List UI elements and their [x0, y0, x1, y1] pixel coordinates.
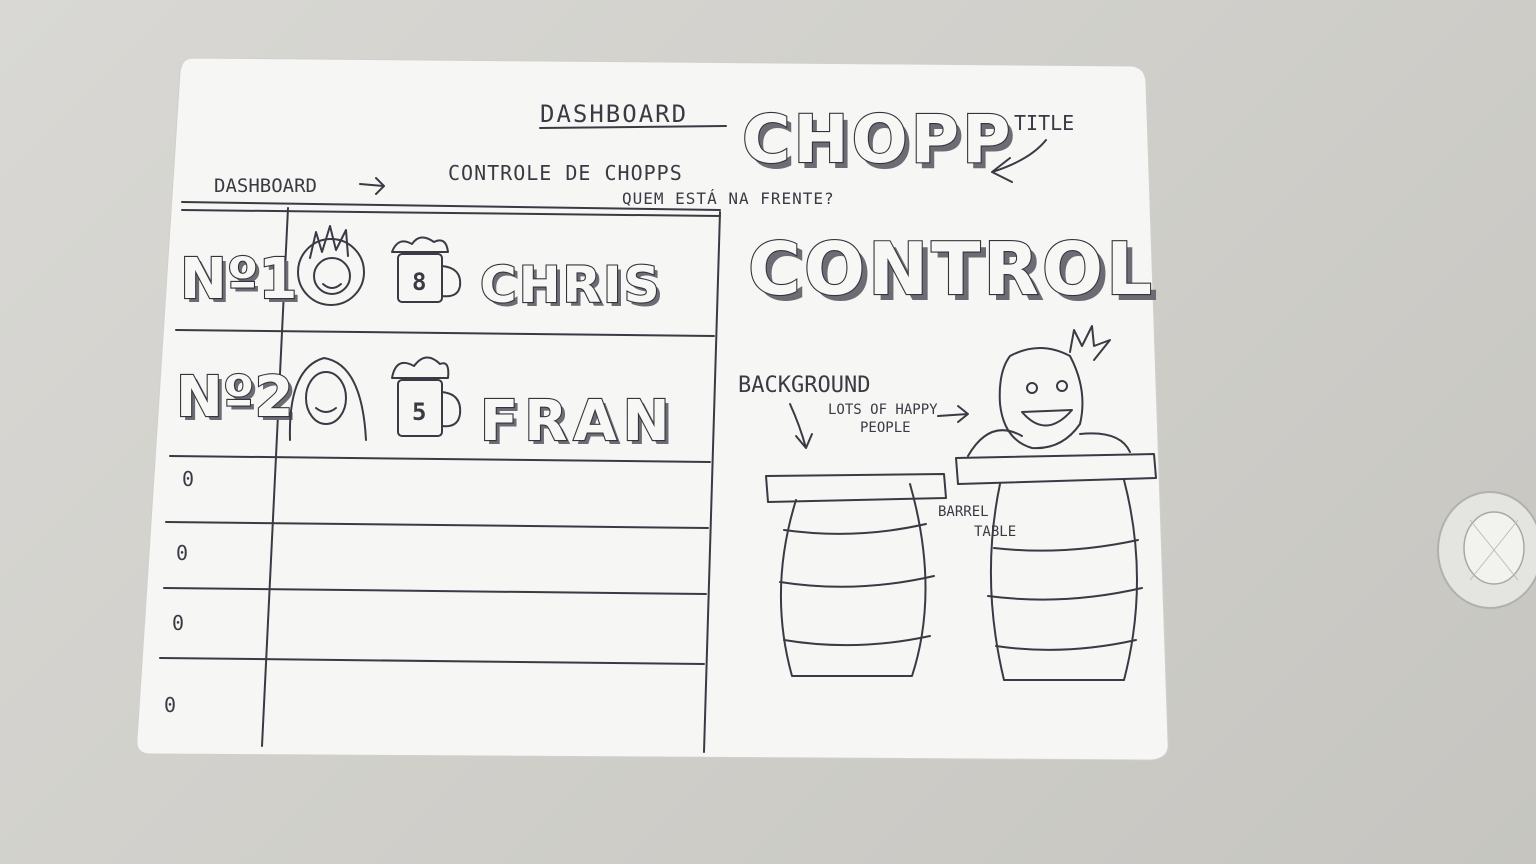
- dashboard-heading: DASHBOARD: [540, 100, 688, 128]
- glass-knob-icon: [1437, 491, 1536, 609]
- leaderboard-row-3-rank: 0: [182, 467, 194, 491]
- leaderboard-row-5-rank: 0: [172, 611, 184, 635]
- beer-count: 5: [412, 398, 426, 426]
- player-name: FRAN: [480, 389, 676, 454]
- people-note-2: PEOPLE: [860, 420, 911, 436]
- leaderboard-row-4-rank: 0: [176, 541, 188, 565]
- people-note-1: LOTS OF HAPPY: [828, 402, 938, 418]
- control-heading: CONTROL CONTROL: [747, 226, 1158, 317]
- title-chopp: CHOPP CHOPP: [741, 100, 1016, 184]
- leaderboard-row-6-rank: 0: [164, 693, 176, 717]
- title-note: TITLE: [1014, 111, 1074, 135]
- sketch-photo: DASHBOARD CHOPP CHOPP TITLE CONTROLE DE …: [136, 57, 1536, 761]
- svg-text:CHOPP: CHOPP: [742, 101, 1014, 178]
- barrel-note-1: BARREL: [938, 504, 989, 520]
- svg-text:Nº2: Nº2: [176, 365, 293, 430]
- svg-text:Nº1: Nº1: [180, 247, 297, 312]
- dashboard-note: DASHBOARD: [214, 175, 317, 197]
- subtitle-quem-esta: QUEM ESTÁ NA FRENTE?: [622, 189, 835, 208]
- beer-count: 8: [412, 268, 426, 296]
- subtitle-controle: CONTROLE DE CHOPPS: [448, 161, 683, 185]
- svg-text:CONTROL: CONTROL: [748, 227, 1155, 311]
- background-note: BACKGROUND: [738, 373, 870, 398]
- barrel-note-2: TABLE: [974, 524, 1016, 540]
- player-name: CHRIS: [480, 256, 662, 314]
